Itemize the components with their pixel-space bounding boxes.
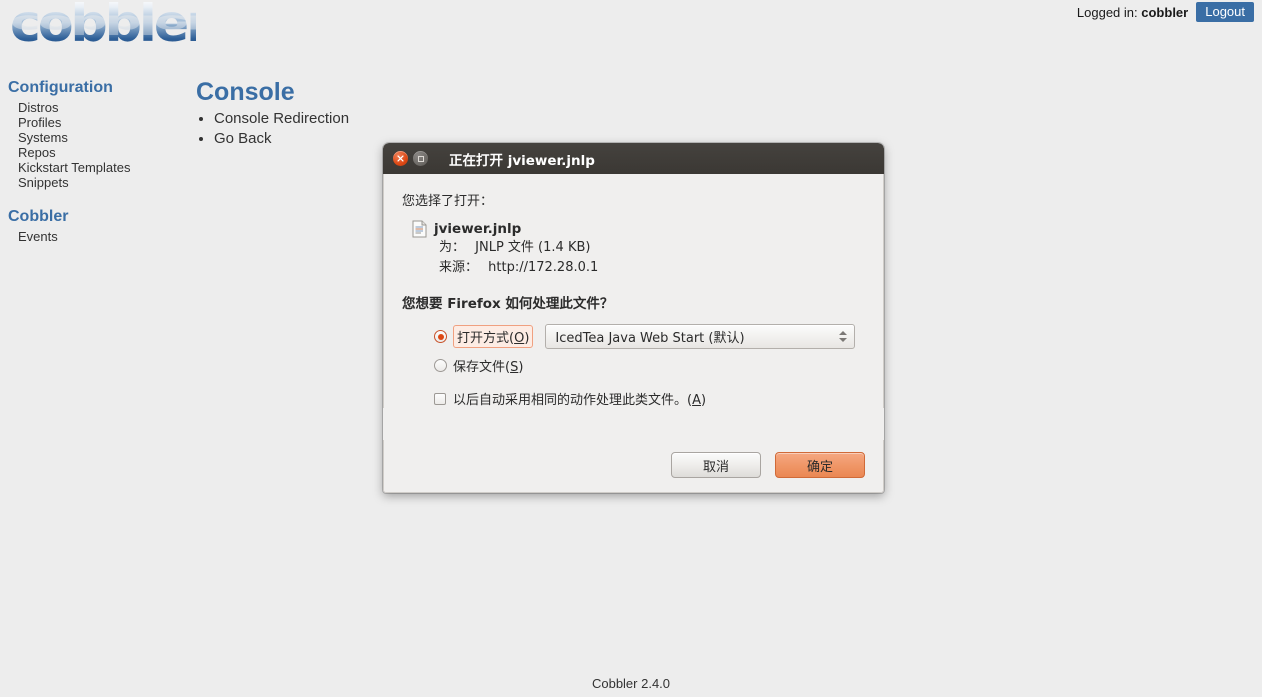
sidebar-item-snippets[interactable]: Snippets	[18, 175, 178, 190]
dialog-body: 您选择了打开： jviewer.jnlp 为： JNLP 文件 (1.4 KB)…	[383, 174, 884, 408]
open-with-label[interactable]: 打开方式(O)	[453, 325, 534, 348]
open-with-label-prefix: 打开方式(	[457, 331, 515, 346]
page-root: cobbler cobbler Logged in: cobbler Logou…	[0, 0, 1262, 697]
document-icon	[412, 220, 427, 238]
cobbler-logo-reflection: cobbler	[10, 9, 196, 39]
sidebar-item-systems[interactable]: Systems	[18, 130, 178, 145]
dialog-footer: 取消 确定	[383, 440, 884, 493]
console-link-list: Console Redirection Go Back	[196, 109, 349, 149]
handling-options: 打开方式(O) IcedTea Java Web Start (默认) 保存文件…	[434, 324, 865, 375]
remember-choice-label-prefix: 以后自动采用相同的动作处理此类文件。(	[453, 393, 693, 408]
dialog-titlebar[interactable]: 正在打开 jviewer.jnlp	[383, 143, 884, 174]
application-select-value: IcedTea Java Web Start (默认)	[555, 331, 745, 346]
open-with-accel: O	[514, 331, 525, 346]
file-source-row: 来源： http://172.28.0.1	[439, 258, 865, 278]
file-name-text: jviewer.jnlp	[434, 221, 522, 237]
open-with-option-row: 打开方式(O) IcedTea Java Web Start (默认)	[434, 324, 865, 349]
maximize-glyph	[417, 155, 424, 162]
application-select[interactable]: IcedTea Java Web Start (默认)	[545, 324, 856, 349]
remember-choice-accel: A	[692, 393, 701, 408]
sidebar-section-configuration-title: Configuration	[8, 79, 113, 96]
file-source-label: 来源：	[439, 260, 479, 275]
sidebar-section-configuration-list: Distros Profiles Systems Repos Kickstart…	[18, 100, 178, 190]
remember-choice-label[interactable]: 以后自动采用相同的动作处理此类文件。(A)	[453, 389, 706, 408]
main-content: Console Console Redirection Go Back	[196, 78, 349, 149]
logout-button[interactable]: Logout	[1196, 2, 1254, 22]
sidebar-item-repos[interactable]: Repos	[18, 145, 178, 160]
link-console-redirection[interactable]: Console Redirection	[214, 109, 349, 129]
sidebar: Configuration Distros Profiles Systems R…	[8, 78, 178, 244]
file-source-value: http://172.28.0.1	[488, 260, 599, 275]
close-icon[interactable]	[393, 151, 408, 166]
login-bar: Logged in: cobbler Logout	[1077, 2, 1254, 22]
dialog-title: 正在打开 jviewer.jnlp	[449, 152, 595, 169]
sidebar-section-cobbler-list: Events	[18, 229, 178, 244]
logged-in-label: Logged in:	[1076, 4, 1138, 20]
logged-in-text: Logged in: cobbler	[1077, 5, 1188, 20]
logged-in-username: cobbler	[1141, 4, 1189, 20]
cancel-button[interactable]: 取消	[671, 452, 761, 478]
sidebar-item-distros[interactable]: Distros	[18, 100, 178, 115]
page-title: Console	[196, 78, 295, 106]
save-file-label[interactable]: 保存文件(S)	[453, 356, 523, 375]
file-type-label: 为：	[439, 240, 466, 255]
open-with-label-suffix: )	[524, 331, 530, 346]
save-file-option-row: 保存文件(S)	[434, 356, 865, 375]
sidebar-item-profiles[interactable]: Profiles	[18, 115, 178, 130]
ok-button[interactable]: 确定	[775, 452, 865, 478]
dialog-question: 您想要 Firefox 如何处理此文件？	[402, 296, 614, 312]
cobbler-logo: cobbler cobbler	[6, 2, 196, 68]
sidebar-item-kickstart-templates[interactable]: Kickstart Templates	[18, 160, 178, 175]
sidebar-section-cobbler-title: Cobbler	[8, 208, 69, 225]
remember-choice-row: 以后自动采用相同的动作处理此类文件。(A)	[434, 389, 865, 408]
file-type-row: 为： JNLP 文件 (1.4 KB)	[439, 238, 865, 258]
remember-choice-checkbox[interactable]	[434, 392, 446, 405]
dialog-intro-text: 您选择了打开：	[402, 194, 494, 209]
chevron-updown-icon	[839, 331, 850, 342]
open-with-radio[interactable]	[434, 330, 447, 343]
save-file-radio[interactable]	[434, 359, 447, 372]
footer-version: Cobbler 2.4.0	[591, 676, 671, 691]
maximize-icon[interactable]	[413, 151, 428, 166]
sidebar-item-events[interactable]: Events	[18, 229, 178, 244]
save-file-label-suffix: )	[518, 360, 524, 375]
link-go-back[interactable]: Go Back	[214, 129, 349, 149]
close-glyph	[397, 155, 404, 162]
remember-choice-label-suffix: )	[700, 393, 707, 408]
file-summary-row: jviewer.jnlp	[412, 220, 865, 238]
file-type-value: JNLP 文件 (1.4 KB)	[475, 240, 591, 255]
open-file-dialog: 正在打开 jviewer.jnlp 您选择了打开： jviewer.jnlp 为…	[383, 143, 884, 493]
save-file-label-prefix: 保存文件(	[453, 360, 511, 375]
